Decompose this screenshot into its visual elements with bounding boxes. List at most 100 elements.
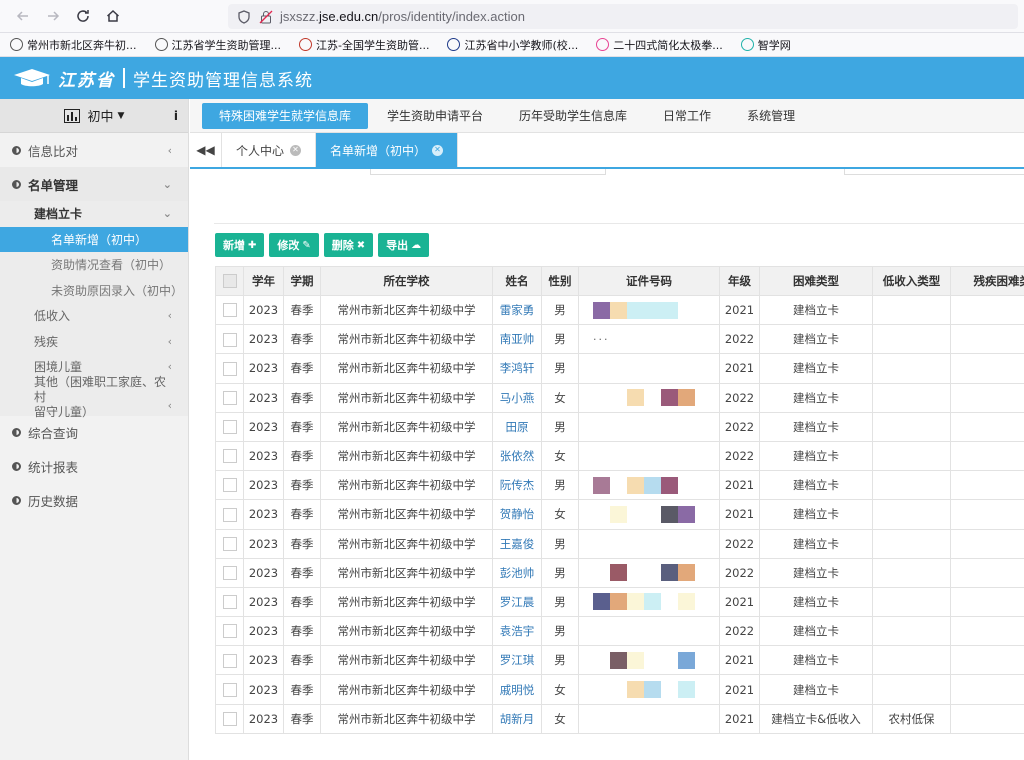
cell-name[interactable]: 王嘉俊: [492, 528, 542, 559]
table-row[interactable]: 2023 春季 常州市新北区奔牛初级中学 南亚帅男 ··· 2022 建档立卡: [215, 324, 1024, 355]
table-row[interactable]: 2023 春季 常州市新北区奔牛初级中学 王嘉俊男 2022 建档立卡: [215, 528, 1024, 559]
row-checkbox[interactable]: [215, 674, 244, 705]
nav-aid-application[interactable]: 学生资助申请平台: [370, 103, 500, 129]
column-header[interactable]: 性别: [541, 266, 579, 296]
table-row[interactable]: 2023 春季 常州市新北区奔牛初级中学 胡新月女 2021 建档立卡&低收入 农村低保: [215, 703, 1024, 734]
cell-name[interactable]: 罗江琪: [492, 645, 542, 676]
leaf-aid-view[interactable]: 资助情况查看（初中）: [0, 252, 188, 278]
row-checkbox[interactable]: [215, 703, 244, 734]
menu-history[interactable]: 历史数据: [0, 484, 188, 518]
nav-special-students[interactable]: 特殊困难学生就学信息库: [202, 102, 369, 129]
row-checkbox[interactable]: [215, 353, 244, 384]
table-row[interactable]: 2023 春季 常州市新北区奔牛初级中学 彭池帅男 2022 建档立卡: [215, 557, 1024, 588]
cell-name[interactable]: 罗江晨: [492, 586, 542, 618]
close-icon[interactable]: ✕: [290, 144, 302, 156]
row-checkbox[interactable]: [215, 294, 244, 326]
cell-low-income-type: [872, 557, 951, 588]
column-header[interactable]: 低收入类型: [872, 266, 951, 296]
level-selector[interactable]: 初中 ▼ i: [0, 99, 188, 133]
column-header[interactable]: 学年: [243, 266, 284, 296]
cell-name[interactable]: 马小燕: [492, 382, 542, 413]
table-row[interactable]: 2023 春季 常州市新北区奔牛初级中学 袁浩宇男 2022 建档立卡: [215, 616, 1024, 647]
column-header[interactable]: 困难类型: [759, 266, 873, 296]
column-header[interactable]: 学期: [283, 266, 321, 296]
table-row[interactable]: 2023 春季 常州市新北区奔牛初级中学 贺静怡女 2021 建档立卡: [215, 499, 1024, 530]
row-checkbox[interactable]: [215, 499, 244, 530]
column-header[interactable]: 残疾困难类型: [950, 266, 1024, 296]
cell-name[interactable]: 张依然: [492, 440, 542, 472]
home-icon[interactable]: [98, 1, 128, 31]
submenu-disability[interactable]: 残疾 ‹: [0, 329, 188, 355]
bookmark-item[interactable]: 智学网: [740, 37, 791, 53]
row-checkbox[interactable]: [215, 586, 244, 618]
cell-name[interactable]: 贺静怡: [492, 499, 542, 530]
row-checkbox[interactable]: [215, 324, 244, 355]
submenu-others[interactable]: 其他（困难职工家庭、农村 留守儿童） ‹: [0, 375, 188, 419]
menu-info-compare[interactable]: 信息比对 ‹: [0, 133, 188, 167]
double-chevron-left-icon[interactable]: ◀◀: [190, 133, 222, 167]
nav-system-management[interactable]: 系统管理: [730, 103, 812, 129]
bookmark-item[interactable]: 江苏省学生资助管理...: [154, 37, 281, 53]
column-header[interactable]: 所在学校: [320, 266, 493, 296]
nav-history-database[interactable]: 历年受助学生信息库: [502, 103, 644, 129]
lock-warning-icon[interactable]: [258, 9, 274, 25]
row-checkbox[interactable]: [215, 645, 244, 676]
row-checkbox[interactable]: [215, 440, 244, 472]
cell-name[interactable]: 李鸿轩: [492, 353, 542, 384]
address-bar[interactable]: jsxszz.jse.edu.cn/pros/identity/index.ac…: [228, 4, 1018, 29]
cell-name[interactable]: 戚明悦: [492, 674, 542, 705]
cell-name[interactable]: 田原: [492, 411, 542, 442]
table-row[interactable]: 2023 春季 常州市新北区奔牛初级中学 罗江琪男 2021 建档立卡: [215, 645, 1024, 676]
row-checkbox[interactable]: [215, 616, 244, 647]
forward-icon[interactable]: [38, 1, 68, 31]
select-all-checkbox[interactable]: [215, 266, 244, 296]
shield-icon[interactable]: [236, 9, 252, 25]
filter-input-edge[interactable]: [370, 169, 606, 175]
table-row[interactable]: 2023 春季 常州市新北区奔牛初级中学 阮传杰男 2021 建档立卡: [215, 470, 1024, 501]
close-icon[interactable]: ✕: [432, 144, 444, 156]
cell-name[interactable]: 南亚帅: [492, 324, 542, 355]
bookmark-item[interactable]: 二十四式简化太极拳...: [596, 37, 723, 53]
column-header[interactable]: 姓名: [492, 266, 542, 296]
table-row[interactable]: 2023 春季 常州市新北区奔牛初级中学 张依然女 2022 建档立卡: [215, 440, 1024, 472]
add-button[interactable]: 新增 ✚: [215, 233, 265, 257]
leaf-add-list[interactable]: 名单新增（初中）: [0, 226, 188, 252]
table-row[interactable]: 2023 春季 常州市新北区奔牛初级中学 田原男 2022 建档立卡: [215, 411, 1024, 442]
cell-name[interactable]: 袁浩宇: [492, 616, 542, 647]
bookmark-item[interactable]: 江苏-全国学生资助管...: [299, 37, 429, 53]
row-checkbox[interactable]: [215, 557, 244, 588]
export-button[interactable]: 导出 ☁: [378, 233, 430, 257]
table-row[interactable]: 2023 春季 常州市新北区奔牛初级中学 罗江晨男 2021 建档立卡: [215, 586, 1024, 618]
row-checkbox[interactable]: [215, 470, 244, 501]
submenu-jiandang[interactable]: 建档立卡 ⌄: [0, 201, 188, 227]
menu-comprehensive-query[interactable]: 综合查询: [0, 416, 188, 450]
column-header[interactable]: 年级: [719, 266, 760, 296]
table-row[interactable]: 2023 春季 常州市新北区奔牛初级中学 李鸿轩男 2021 建档立卡: [215, 353, 1024, 384]
tab-add-list[interactable]: 名单新增（初中） ✕: [316, 133, 459, 167]
table-row[interactable]: 2023 春季 常州市新北区奔牛初级中学 马小燕女 2022 建档立卡: [215, 382, 1024, 413]
row-checkbox[interactable]: [215, 382, 244, 413]
nav-daily-work[interactable]: 日常工作: [646, 103, 728, 129]
tab-personal-center[interactable]: 个人中心 ✕: [222, 133, 317, 167]
reload-icon[interactable]: [68, 1, 98, 31]
leaf-reason-entry[interactable]: 未资助原因录入（初中）: [0, 278, 188, 304]
bookmark-item[interactable]: 江苏省中小学教师(校...: [447, 37, 578, 53]
filter-input-edge[interactable]: [844, 169, 1024, 175]
cell-name[interactable]: 胡新月: [492, 703, 542, 734]
menu-statistics[interactable]: 统计报表: [0, 450, 188, 484]
back-icon[interactable]: [8, 1, 38, 31]
column-header[interactable]: 证件号码: [578, 266, 720, 296]
bookmark-item[interactable]: 常州市新北区奔牛初...: [10, 37, 137, 53]
row-checkbox[interactable]: [215, 528, 244, 559]
row-checkbox[interactable]: [215, 411, 244, 442]
cell-name[interactable]: 阮传杰: [492, 470, 542, 501]
cell-name[interactable]: 彭池帅: [492, 557, 542, 588]
info-icon[interactable]: i: [174, 109, 178, 123]
edit-button[interactable]: 修改 ✎: [269, 233, 319, 257]
submenu-low-income[interactable]: 低收入 ‹: [0, 303, 188, 329]
table-row[interactable]: 2023 春季 常州市新北区奔牛初级中学 戚明悦女 2021 建档立卡: [215, 674, 1024, 705]
table-row[interactable]: 2023 春季 常州市新北区奔牛初级中学 雷家勇男 2021 建档立卡: [215, 294, 1024, 326]
delete-button[interactable]: 删除 ✖: [323, 233, 374, 257]
menu-list-management[interactable]: 名单管理 ⌄: [0, 167, 188, 201]
cell-name[interactable]: 雷家勇: [492, 294, 542, 326]
